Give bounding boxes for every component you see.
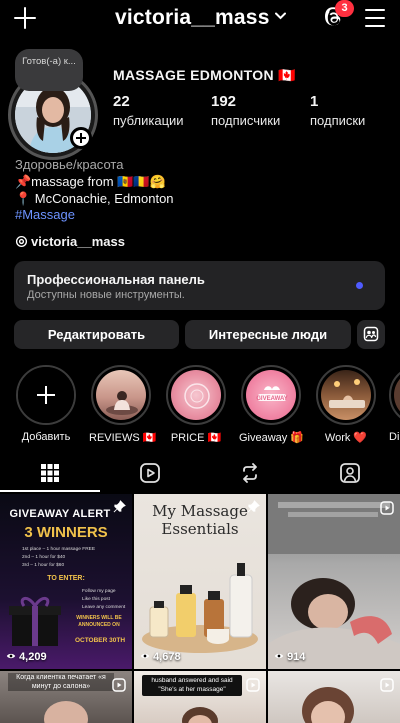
chevron-down-icon[interactable] xyxy=(275,12,286,20)
post-essentials[interactable]: My Massage Essentials 4,678 xyxy=(134,494,266,669)
pro-panel-subtitle: Доступны новые инструменты. xyxy=(27,289,185,301)
bio-line-1: 📌massage from 🇲🇩🇷🇴🤗 xyxy=(15,174,166,189)
highlight-label: Work ❤️ xyxy=(324,432,368,444)
pin-icon xyxy=(247,500,260,513)
enter-step: Like this post xyxy=(82,597,110,602)
menu-icon[interactable] xyxy=(365,9,385,27)
stat-following-label: подписки xyxy=(310,113,366,128)
profile-tabs xyxy=(0,456,400,492)
plus-icon xyxy=(37,386,55,404)
grid-icon xyxy=(41,464,59,482)
highlight-reviews[interactable]: REVIEWS 🇨🇦 xyxy=(89,365,157,444)
threads-profile-link[interactable]: victoria__mass xyxy=(15,234,125,249)
reel-icon xyxy=(380,678,394,692)
view-count-value: 4,209 xyxy=(19,651,47,663)
highlight-add[interactable]: Добавить xyxy=(14,365,78,443)
view-count: 4,209 xyxy=(6,651,47,663)
gift-box-icon xyxy=(9,597,61,646)
highlight-giveaway[interactable]: GIVEAWAY Giveaway 🎁 xyxy=(239,365,305,444)
enter-step: Follow my page xyxy=(82,589,116,594)
view-count-value: 914 xyxy=(287,651,306,663)
post-reel-portrait[interactable] xyxy=(268,671,400,723)
username-title[interactable]: victoria__mass xyxy=(115,6,270,30)
display-name: MASSAGE EDMONTON 🇨🇦 xyxy=(113,67,296,83)
post-reel-husband[interactable]: husband answered and said "She's at her … xyxy=(134,671,266,723)
view-count: 914 xyxy=(274,651,305,663)
professional-dashboard[interactable]: Профессиональная панель Доступны новые и… xyxy=(14,261,385,310)
eye-icon xyxy=(274,653,284,659)
tab-reposts[interactable] xyxy=(200,456,300,492)
reel-icon xyxy=(246,678,260,692)
tab-reels[interactable] xyxy=(100,456,200,492)
announcement-date: OCTOBER 30TH xyxy=(74,637,126,644)
highlight-label: REVIEWS 🇨🇦 xyxy=(89,432,157,444)
suggested-users-button[interactable] xyxy=(357,320,385,349)
reel-icon xyxy=(380,501,394,515)
stat-followers-label: подписчики xyxy=(211,113,281,128)
reels-icon xyxy=(140,463,160,483)
stat-followers-value: 192 xyxy=(211,93,237,110)
prize-line: 2nd – 1 hour for $40 xyxy=(22,555,66,560)
post-title: GIVEAWAY ALERT xyxy=(9,508,111,520)
svg-text:GIVEAWAY: GIVEAWAY xyxy=(256,396,287,402)
tab-grid[interactable] xyxy=(0,456,100,492)
enter-step: Leave any comment xyxy=(82,605,126,610)
post-giveaway[interactable]: GIVEAWAY ALERT 3 WINNERS 1st place – 1 h… xyxy=(0,494,132,669)
top-bar: victoria__mass 3 xyxy=(0,0,400,38)
post-reel-client[interactable]: Когда клиентка печатает «я минут до сало… xyxy=(0,671,132,723)
edit-profile-button[interactable]: Редактировать xyxy=(14,320,179,349)
add-story-plus-icon[interactable] xyxy=(70,127,92,149)
highlight-label: PRICE 🇨🇦 xyxy=(170,432,222,444)
stat-following[interactable]: 1 подписки xyxy=(310,93,365,128)
pro-panel-title: Профессиональная панель xyxy=(27,272,205,287)
post-subtitle: 3 WINNERS xyxy=(24,524,108,541)
stat-following-value: 1 xyxy=(310,93,319,110)
eye-icon xyxy=(140,653,150,659)
highlight-label: Di xyxy=(389,431,400,443)
highlight-price[interactable]: PRICE 🇨🇦 xyxy=(164,365,228,444)
stat-posts[interactable]: 22 публикации xyxy=(113,93,184,128)
bio-line-2: 📍 McConachie, Edmonton xyxy=(15,191,174,206)
stat-posts-value: 22 xyxy=(113,93,130,110)
view-count: 4,678 xyxy=(140,651,181,663)
threads-small-icon xyxy=(15,235,28,248)
prize-line: 3rd – 1 hour for $60 xyxy=(22,563,65,568)
note-bubble[interactable]: Готов(-а) к... xyxy=(15,49,83,91)
tagged-person-icon xyxy=(340,463,360,483)
bio-hashtag-link[interactable]: #Massage xyxy=(15,207,75,222)
post-caption: Когда клиентка печатает «я минут до сало… xyxy=(8,673,114,691)
post-caption: husband answered and said "She's at her … xyxy=(142,675,242,696)
profile-category: Здоровье/красота xyxy=(15,157,124,172)
eye-icon xyxy=(6,653,16,659)
highlight-work[interactable]: Work ❤️ xyxy=(314,365,378,444)
highlight-label: Добавить xyxy=(21,431,71,443)
view-count-value: 4,678 xyxy=(153,651,181,663)
create-plus-icon[interactable] xyxy=(14,7,36,29)
stat-posts-label: публикации xyxy=(113,113,184,128)
winners-note: WINNERS WILL BE ANNOUNCED ON xyxy=(76,615,122,628)
people-icon xyxy=(363,326,379,342)
tab-tagged[interactable] xyxy=(300,456,400,492)
new-indicator-dot xyxy=(356,282,363,289)
highlight-label: Giveaway 🎁 xyxy=(239,432,305,444)
active-tab-indicator xyxy=(0,490,100,492)
notification-badge: 3 xyxy=(335,0,354,17)
discover-people-button[interactable]: Интересные люди xyxy=(185,320,351,349)
post-title: My Massage Essentials xyxy=(152,502,248,538)
stat-followers[interactable]: 192 подписчики xyxy=(211,93,280,128)
reel-thumbnail-image xyxy=(268,494,400,669)
to-enter-heading: TO ENTER: xyxy=(47,575,85,582)
pin-icon xyxy=(113,500,126,513)
post-reel-face[interactable]: 914 xyxy=(268,494,400,669)
highlight-partial[interactable]: Di xyxy=(389,365,400,443)
prize-line: 1st place – 1 hour massage FREE xyxy=(22,547,96,552)
repost-icon xyxy=(243,463,257,483)
threads-handle: victoria__mass xyxy=(31,234,125,249)
reel-icon xyxy=(112,678,126,692)
